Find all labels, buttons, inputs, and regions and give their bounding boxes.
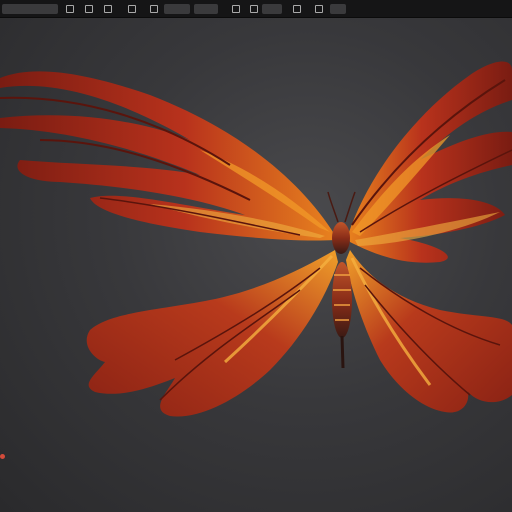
light-icon[interactable]	[232, 5, 240, 13]
settings-field[interactable]	[330, 4, 346, 14]
shading-field[interactable]	[262, 4, 282, 14]
top-toolbar	[0, 0, 512, 18]
overlay-icon[interactable]	[315, 5, 323, 13]
log-row	[0, 454, 7, 459]
view-icon[interactable]	[66, 5, 74, 13]
material-icon[interactable]	[250, 5, 258, 13]
3d-viewport[interactable]	[0, 18, 512, 512]
right-hindwing	[346, 250, 512, 413]
left-hindwing	[86, 250, 338, 417]
snap-field[interactable]	[194, 4, 218, 14]
butterfly-model	[0, 61, 512, 417]
coord-field[interactable]	[164, 4, 190, 14]
mode-selector[interactable]	[2, 4, 58, 14]
select-icon[interactable]	[150, 5, 158, 13]
texture-icon[interactable]	[293, 5, 301, 13]
camera-icon[interactable]	[85, 5, 93, 13]
left-forewing	[0, 71, 335, 241]
right-forewing	[348, 61, 512, 263]
error-badge-icon	[0, 454, 5, 459]
grid-icon[interactable]	[128, 5, 136, 13]
render-icon[interactable]	[104, 5, 112, 13]
viewport-log	[0, 454, 7, 459]
